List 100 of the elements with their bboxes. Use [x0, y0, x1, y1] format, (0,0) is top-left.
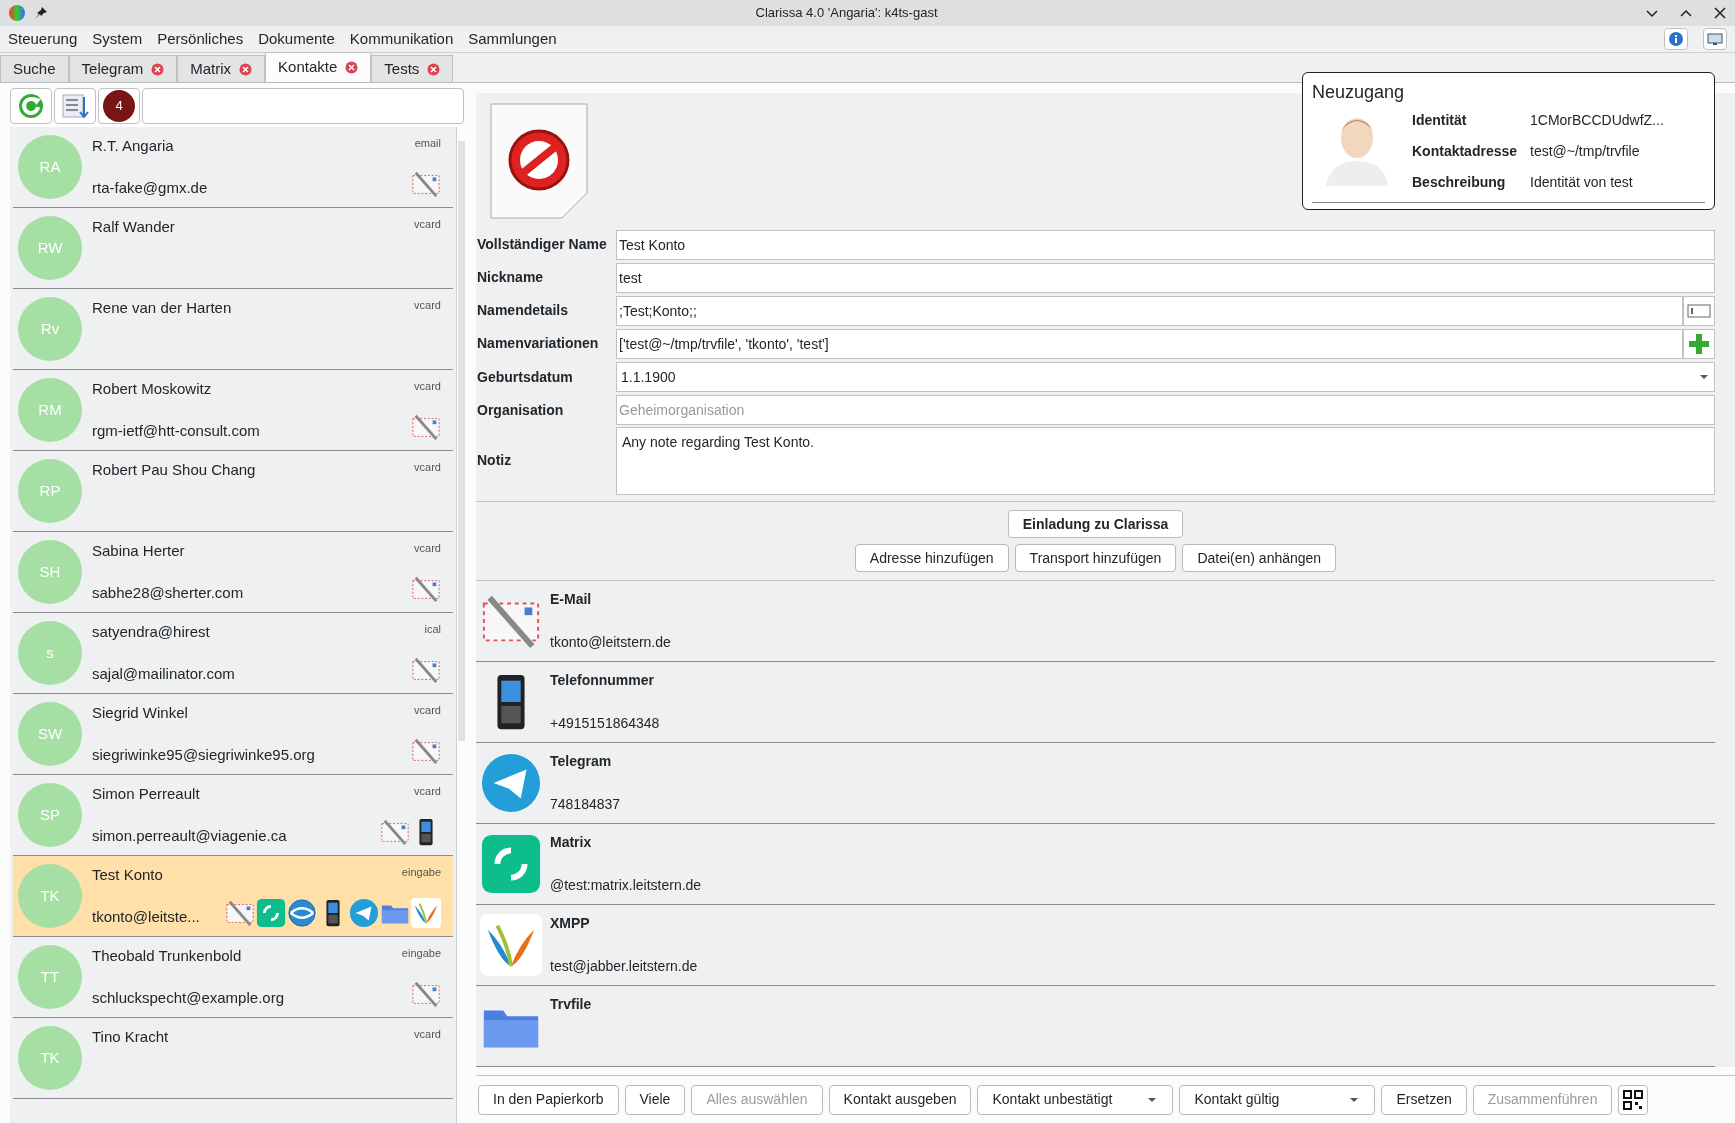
qr-code-button[interactable]	[1618, 1084, 1649, 1115]
text-field[interactable]: Geheimorganisation	[616, 395, 1715, 426]
action-button[interactable]: Kontakt ausgeben	[828, 1084, 972, 1115]
field-label: Namenvariationen	[476, 334, 600, 354]
contact-row[interactable]: SP Simon Perreault simon.perreault@viagenie.ca vcard	[13, 775, 453, 856]
source-label: vcard	[414, 541, 441, 556]
tab-label: Kontakte	[278, 57, 338, 78]
contact-row[interactable]: TK Tino Kracht vcard	[13, 1018, 453, 1099]
transport-value: +4915151864348	[550, 714, 660, 733]
avatar-initials: TK	[40, 885, 60, 906]
tab[interactable]: Kontakte	[265, 52, 372, 82]
menu-item[interactable]: Steuerung	[8, 27, 78, 51]
contact-row[interactable]: RW Ralf Wander vcard	[13, 208, 453, 289]
contact-email: schluckspecht@example.org	[92, 987, 285, 1008]
contact-name: Ralf Wander	[92, 217, 176, 237]
sort-button[interactable]	[54, 88, 96, 124]
popup-label: Identität	[1412, 110, 1468, 130]
pin-icon[interactable]	[34, 6, 48, 20]
menu-item[interactable]: Persönliches	[157, 27, 244, 51]
contact-row[interactable]: SH Sabina Herter sabhe28@sherter.com vcard	[13, 532, 453, 613]
contact-email: sajal@mailinator.com	[92, 663, 236, 684]
paper-plane-icon	[480, 752, 542, 814]
field-label: Namendetails	[476, 301, 570, 321]
field-label: Vollständiger Name	[476, 235, 608, 255]
plus-icon	[1687, 332, 1711, 356]
contact-row[interactable]: s satyendra@hirest sajal@mailinator.com ical	[13, 613, 453, 694]
envelope-pen-icon	[411, 655, 441, 685]
action-button[interactable]: Viele	[624, 1084, 686, 1115]
tab[interactable]: Suche	[0, 55, 69, 82]
action-button[interactable]: Datei(en) anhängen	[1182, 544, 1337, 572]
source-label: vcard	[414, 379, 441, 394]
menu-item[interactable]: Dokumente	[258, 27, 335, 51]
status-dropdown[interactable]: Kontakt gültig	[1179, 1084, 1376, 1115]
contact-row[interactable]: RA R.T. Angaria rta-fake@gmx.de email	[13, 127, 453, 208]
source-label: eingabe	[401, 865, 441, 880]
avatar-initials: Rv	[40, 318, 60, 339]
contact-row[interactable]: Rv Rene van der Harten vcard	[13, 289, 453, 370]
avatar-initials: s	[46, 642, 54, 663]
source-label: email	[414, 136, 441, 151]
xmpp-bulb-icon	[411, 898, 441, 928]
field-label: Nickname	[476, 268, 545, 288]
transport-value: @test:matrix.leitstern.de	[550, 876, 702, 895]
contact-email: rta-fake@gmx.de	[92, 177, 209, 198]
tab[interactable]: Telegram	[68, 55, 178, 82]
contact-row[interactable]: RM Robert Moskowitz rgm-ietf@htt-consult.com vcard	[13, 370, 453, 451]
action-button[interactable]: Ersetzen	[1381, 1084, 1467, 1115]
contact-row[interactable]: SW Siegrid Winkel siegriwinke95@siegriwinke95.org vcard	[13, 694, 453, 775]
status-dropdown[interactable]: Kontakt unbestätigt	[977, 1084, 1174, 1115]
envelope-pen-icon	[411, 979, 441, 1009]
menu-item[interactable]: Sammlungen	[468, 27, 557, 51]
contact-name: Tino Kracht	[92, 1027, 170, 1047]
refresh-button[interactable]	[10, 88, 52, 124]
contact-name: Rene van der Harten	[92, 298, 233, 318]
contact-email: siegriwinke95@siegriwinke95.org	[92, 744, 316, 765]
scrollbar[interactable]	[456, 127, 466, 1123]
circular-arrows-icon	[256, 898, 286, 928]
contact-name: Theobald Trunkenbold	[92, 946, 243, 966]
refresh-icon	[16, 91, 46, 121]
source-label: eingabe	[401, 946, 441, 961]
contact-email: rgm-ietf@htt-consult.com	[92, 420, 261, 441]
monitor-icon	[1707, 31, 1723, 47]
add-button[interactable]	[1683, 329, 1715, 359]
source-label: ical	[424, 622, 441, 637]
action-button[interactable]: Adresse hinzufügen	[854, 544, 1009, 572]
avatar-initials: RM	[38, 399, 62, 420]
avatar-initials: TK	[40, 1047, 60, 1068]
transport-title: XMPP	[550, 914, 591, 933]
avatar-initials: SH	[39, 561, 61, 582]
contact-row[interactable]: TK Test Konto tkonto@leitste... eingabe	[13, 856, 453, 937]
action-button[interactable]: Transport hinzufügen	[1014, 544, 1177, 572]
screen-button[interactable]	[1703, 28, 1727, 50]
field-label: Notiz	[476, 451, 513, 471]
invite-button[interactable]: Einladung zu Clarissa	[1007, 510, 1184, 538]
dropdown-value: 1.1.1900	[621, 367, 677, 387]
tab-label: Tests	[384, 58, 420, 79]
tab[interactable]: Matrix	[177, 55, 266, 82]
date-dropdown[interactable]: 1.1.1900	[616, 362, 1715, 393]
menu-item[interactable]: System	[92, 27, 143, 51]
envelope-pen-icon	[411, 412, 441, 442]
text-field[interactable]: ;Test;Konto;;	[616, 295, 1683, 326]
note-field[interactable]: Any note regarding Test Konto.	[616, 426, 1715, 495]
tab[interactable]: Tests	[371, 55, 454, 82]
contact-name: Simon Perreault	[92, 784, 201, 804]
window-title: Clarissa 4.0 'Angaria': k4ts-gast	[754, 4, 939, 23]
text-field[interactable]: test	[616, 262, 1715, 293]
paper-plane-icon	[349, 898, 379, 928]
avatar-initials: RA	[39, 156, 61, 177]
action-button[interactable]: In den Papierkorb	[478, 1084, 619, 1115]
contact-row[interactable]: RP Robert Pau Shou Chang vcard	[13, 451, 453, 532]
info-button[interactable]	[1664, 28, 1688, 50]
search-field[interactable]	[142, 88, 464, 124]
avatar-initials: SP	[40, 804, 60, 825]
close-icon[interactable]	[1713, 6, 1727, 20]
menu-item[interactable]: Kommunikation	[349, 27, 454, 51]
card-icon	[1687, 303, 1711, 318]
text-field[interactable]: ['test@~/tmp/trvfile', 'tkonto', 'test']	[616, 329, 1683, 359]
contact-row[interactable]: TT Theobald Trunkenbold schluckspecht@example.org eingabe	[13, 937, 453, 1018]
list-sort-icon	[60, 91, 90, 121]
circular-arrows-icon	[480, 833, 542, 895]
text-field[interactable]: Test Konto	[616, 229, 1715, 260]
